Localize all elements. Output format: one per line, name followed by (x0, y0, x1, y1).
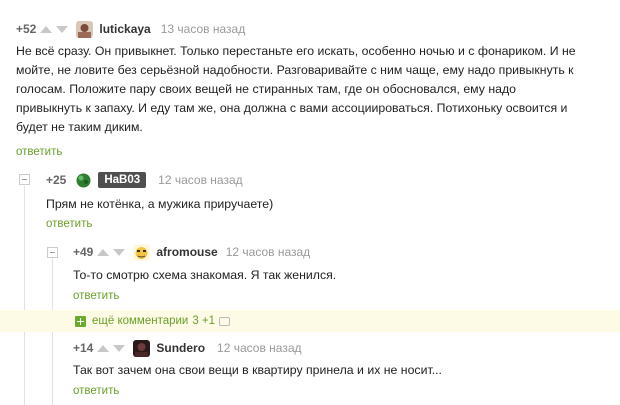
thread-line[interactable] (24, 186, 25, 405)
downvote-icon[interactable] (113, 248, 126, 256)
vote-arrows (97, 344, 126, 352)
comment-icon (219, 316, 231, 326)
comment-header: +52 lutickaya 13 часов назад (16, 20, 245, 38)
more-comments-count[interactable]: 3 +1 (192, 315, 215, 327)
comment-rating: +49 (73, 245, 94, 259)
avatar[interactable] (133, 339, 151, 357)
comment-line: Не всё сразу. Он привыкнет. Только перес… (16, 44, 576, 58)
username[interactable]: lutickaya (99, 22, 150, 36)
vote-arrows (40, 25, 69, 33)
avatar[interactable] (76, 20, 94, 38)
comment-rating: +14 (73, 341, 94, 355)
username[interactable]: afromouse (156, 245, 217, 259)
comment-header: +25 HaB03 12 часов назад (46, 171, 243, 189)
reply-button[interactable]: ответить (46, 218, 92, 230)
upvote-icon[interactable] (40, 25, 53, 33)
comment-header: +49 afromouse 12 часов назад (73, 243, 310, 261)
avatar[interactable] (133, 243, 151, 261)
collapse-toggle[interactable] (19, 174, 30, 185)
avatar[interactable] (75, 171, 93, 189)
upvote-icon[interactable] (97, 344, 110, 352)
vote-arrows (97, 248, 126, 256)
comment-line: голосам. Положите пару своих вещей не ст… (16, 82, 516, 96)
expand-icon[interactable] (75, 315, 86, 327)
username[interactable]: HaB03 (98, 172, 147, 188)
comment-rating: +52 (16, 22, 37, 36)
timestamp[interactable]: 12 часов назад (226, 245, 310, 259)
comment-header: +14 Sundero 12 часов назад (73, 339, 302, 357)
timestamp[interactable]: 12 часов назад (217, 341, 301, 355)
comment-line: мойте, не ловите без серьёзной надобност… (16, 63, 574, 77)
timestamp[interactable]: 12 часов назад (158, 173, 242, 187)
reply-button[interactable]: ответить (73, 290, 119, 302)
comment-text: Прям не котёнка, а мужика приручаете) (46, 197, 274, 211)
reply-button[interactable]: ответить (16, 146, 62, 158)
comment-rating: +25 (46, 173, 67, 187)
collapse-toggle[interactable] (47, 247, 58, 258)
more-comments-link[interactable]: ещё комментарии (92, 315, 188, 327)
timestamp[interactable]: 13 часов назад (161, 22, 245, 36)
comment-text: Не всё сразу. Он привыкнет. Только перес… (16, 42, 611, 137)
comment-text: Так вот зачем она свои вещи в квартиру п… (73, 363, 442, 377)
downvote-icon[interactable] (113, 344, 126, 352)
downvote-icon[interactable] (56, 25, 69, 33)
username[interactable]: Sundero (156, 341, 205, 355)
comment-line: будет не таким диким. (16, 120, 143, 134)
reply-button[interactable]: ответить (73, 385, 119, 397)
upvote-icon[interactable] (97, 248, 110, 256)
comment-line: привыкнуть к запаху. И еду там же, она д… (16, 101, 568, 115)
more-comments-row[interactable]: ещё комментарии 3 +1 (0, 310, 620, 332)
comment-text: То-то смотрю схема знакомая. Я так женил… (73, 268, 337, 282)
